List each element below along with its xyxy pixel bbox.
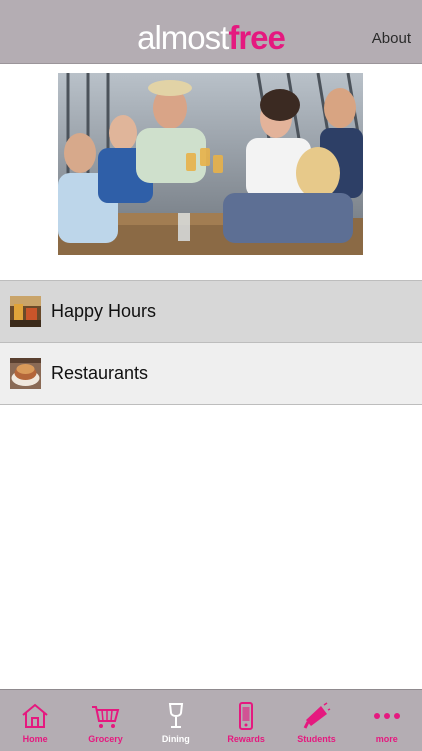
food-thumbnail-icon xyxy=(10,358,41,389)
cart-icon xyxy=(92,706,120,728)
list-item-happy-hours[interactable]: Happy Hours xyxy=(0,280,422,342)
about-button[interactable]: About xyxy=(372,30,411,47)
tab-label: Dining xyxy=(161,734,190,744)
more-icon xyxy=(373,713,400,719)
tab-label: Students xyxy=(297,734,336,744)
phone-icon xyxy=(239,702,254,730)
list-item-restaurants[interactable]: Restaurants xyxy=(0,342,422,405)
category-list: Happy Hours Restaurants xyxy=(0,280,422,405)
logo-text-almost: almost xyxy=(137,19,229,56)
tab-dining[interactable]: Dining xyxy=(141,690,211,751)
tab-more[interactable]: more xyxy=(352,690,422,751)
logo-text-free: free xyxy=(228,19,286,56)
app-logo: almostfree xyxy=(0,18,422,58)
tab-label: Rewards xyxy=(227,734,265,744)
tab-label: Home xyxy=(22,734,48,744)
tab-home[interactable]: Home xyxy=(0,690,70,751)
nav-bar: almostfree About xyxy=(0,0,422,64)
home-icon xyxy=(22,703,48,728)
megaphone-icon xyxy=(304,702,331,729)
tab-rewards[interactable]: Rewards xyxy=(211,690,281,751)
wine-glass-icon xyxy=(168,703,183,728)
beer-thumbnail-icon xyxy=(10,296,41,327)
tab-grocery[interactable]: Grocery xyxy=(70,690,140,751)
hero-photo xyxy=(58,73,363,255)
tab-label: more xyxy=(375,734,398,744)
list-item-label: Happy Hours xyxy=(51,301,157,321)
tab-bar: Home Grocery Dining Rewards Students mor… xyxy=(0,689,422,751)
tab-label: Grocery xyxy=(88,734,123,744)
tab-students[interactable]: Students xyxy=(281,690,351,751)
list-item-label: Restaurants xyxy=(51,363,149,383)
friends-toasting-image xyxy=(58,73,363,255)
